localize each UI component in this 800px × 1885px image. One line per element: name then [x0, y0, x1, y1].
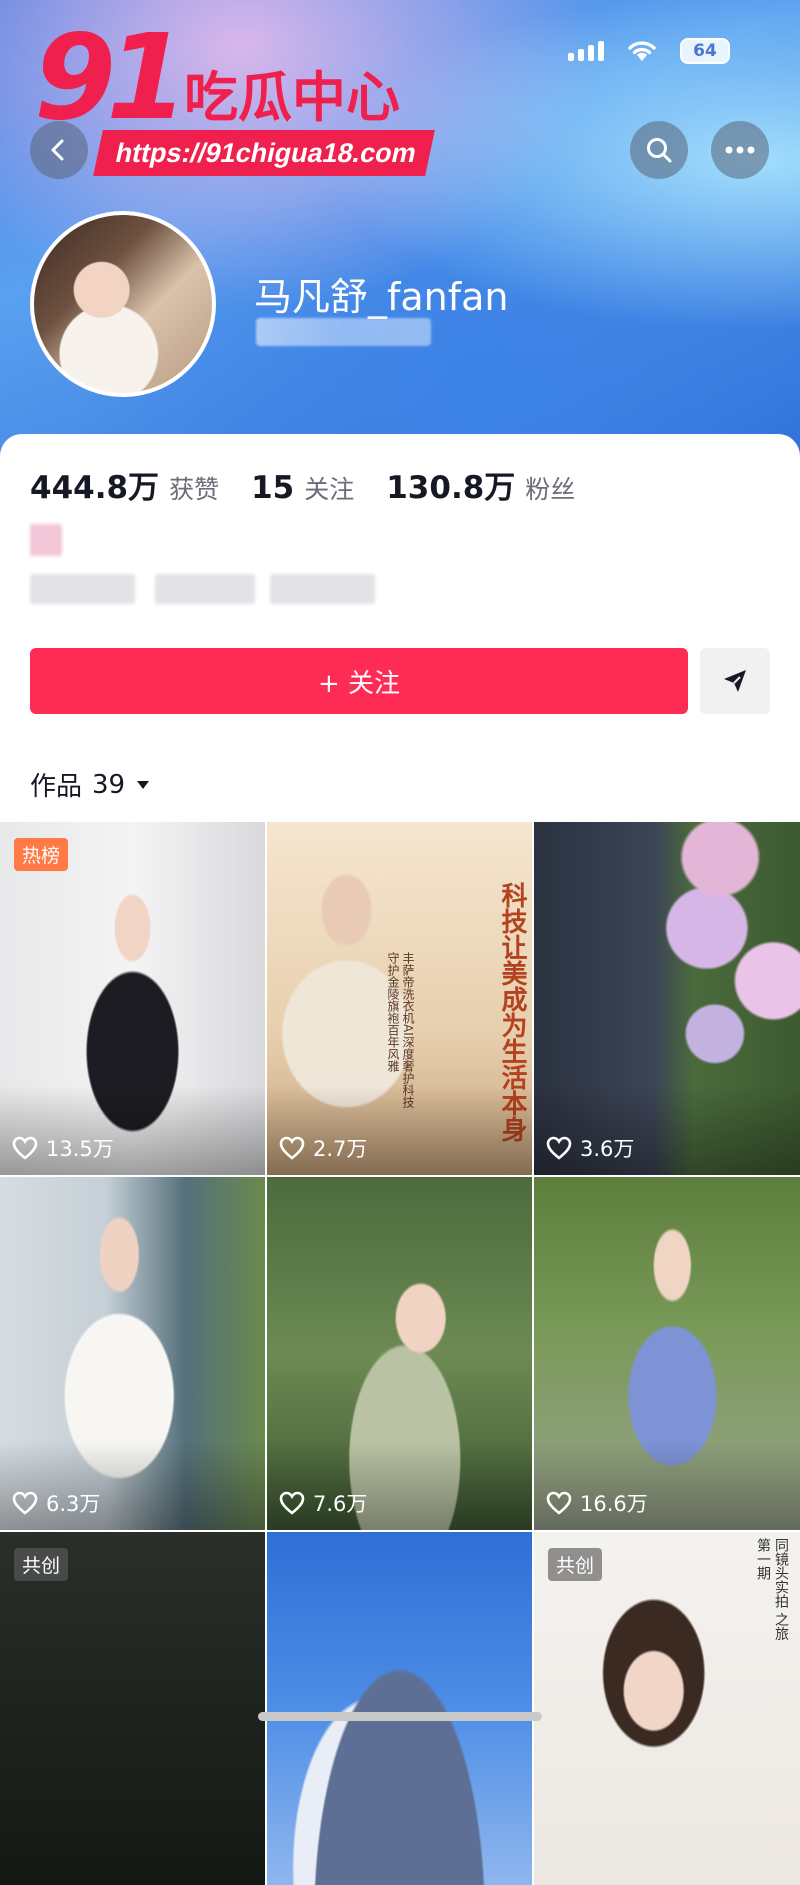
heart-icon: [546, 1136, 572, 1160]
search-icon: [647, 138, 672, 163]
followers-label: 粉丝: [525, 475, 576, 504]
status-bar: 64: [568, 38, 730, 64]
search-button[interactable]: [630, 121, 688, 179]
followers-count[interactable]: 130.8万: [386, 462, 515, 507]
watermark-url: https://91chigua18.com: [93, 130, 435, 176]
more-icon: [725, 146, 755, 154]
back-button[interactable]: [30, 121, 88, 179]
caret-down-icon: [137, 780, 150, 789]
send-icon: [724, 670, 746, 692]
co-creation-tag: 共创: [14, 1548, 69, 1581]
like-count: 13.5万: [12, 1133, 114, 1163]
like-count: 16.6万: [546, 1488, 648, 1518]
video-thumbnail[interactable]: 共创 同镜头实拍 之旅 第一期: [534, 1532, 800, 1885]
watermark-text: 吃瓜中心: [184, 66, 400, 129]
video-thumbnail[interactable]: 共创: [0, 1532, 265, 1885]
heart-icon: [279, 1136, 305, 1160]
video-thumbnail[interactable]: 热榜 13.5万: [0, 822, 265, 1175]
following-label: 关注: [304, 475, 355, 504]
video-thumbnail[interactable]: 7.6万: [267, 1177, 532, 1530]
avatar[interactable]: [30, 211, 216, 397]
chevron-left-icon: [51, 139, 64, 161]
signal-icon: [568, 41, 604, 61]
like-count: 2.7万: [279, 1133, 367, 1163]
blurred-tag: [30, 574, 135, 604]
blurred-tag: [155, 574, 255, 604]
video-thumbnail[interactable]: [267, 1532, 532, 1885]
hot-tag: 热榜: [14, 838, 69, 871]
wifi-icon: [628, 41, 656, 61]
side-caption: 同镜头实拍 之旅 第一期: [755, 1538, 789, 1641]
like-count: 7.6万: [279, 1488, 367, 1518]
battery-indicator: 64: [680, 38, 730, 64]
following-count[interactable]: 15: [251, 470, 294, 506]
profile-stats: 444.8万 获赞 15 关注 130.8万 粉丝: [30, 462, 597, 507]
like-count: 3.6万: [546, 1133, 634, 1163]
heart-icon: [279, 1491, 305, 1515]
video-thumbnail[interactable]: 6.3万: [0, 1177, 265, 1530]
works-count: 39: [92, 769, 126, 800]
co-creation-tag: 共创: [548, 1548, 603, 1581]
likes-label: 获赞: [169, 475, 220, 504]
heart-icon: [546, 1491, 572, 1515]
blurred-user-id: [256, 318, 431, 346]
blurred-tag: [270, 574, 375, 604]
works-label: 作品: [30, 772, 83, 802]
follow-button-label: + 关注: [317, 668, 401, 699]
video-thumbnail[interactable]: 16.6万: [534, 1177, 800, 1530]
follow-button[interactable]: + 关注: [30, 648, 688, 714]
likes-count[interactable]: 444.8万: [30, 462, 159, 507]
video-thumbnail[interactable]: 3.6万: [534, 822, 800, 1175]
more-button[interactable]: [711, 121, 769, 179]
watermark-number: 91: [34, 8, 188, 146]
username: 马凡舒_fanfan: [254, 275, 509, 319]
watermark-logo: 91 吃瓜中心 https://91chigua18.com: [34, 8, 435, 178]
share-button[interactable]: [700, 648, 770, 714]
video-grid: 热榜 13.5万 科技让美成为生活本身 丰萨帝洗衣机AI深度奢护科技 守护金陵旗…: [0, 822, 800, 1885]
blurred-bio-icon: [30, 524, 62, 556]
home-indicator: [258, 1712, 542, 1721]
heart-icon: [12, 1491, 38, 1515]
video-thumbnail[interactable]: 科技让美成为生活本身 丰萨帝洗衣机AI深度奢护科技 守护金陵旗袍百年风雅 2.7…: [267, 822, 532, 1175]
works-tab[interactable]: 作品 39: [30, 766, 151, 803]
heart-icon: [12, 1136, 38, 1160]
like-count: 6.3万: [12, 1488, 100, 1518]
